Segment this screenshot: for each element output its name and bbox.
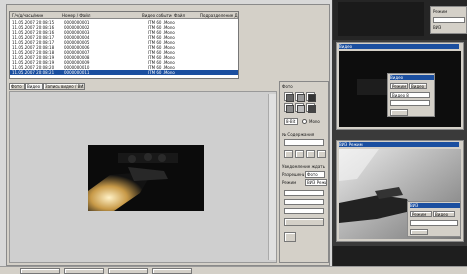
mono-radio-label: Mono bbox=[309, 119, 320, 124]
tool-button-3[interactable] bbox=[306, 92, 316, 102]
event-list[interactable]: Г/ч/д/часы/мин Номер / Файл Видео событи… bbox=[9, 11, 239, 79]
tool-button-4[interactable] bbox=[284, 103, 294, 113]
top-right-panel-label1: Режим bbox=[433, 9, 448, 14]
viz-dialog-field[interactable] bbox=[410, 220, 458, 226]
top-right-dark-area bbox=[338, 2, 424, 36]
video-dialog-field[interactable]: Видео 8 bbox=[390, 92, 430, 98]
mode-field-2[interactable] bbox=[284, 199, 324, 205]
video-dialog-title: Видео bbox=[390, 75, 434, 80]
taskbar-item-4[interactable] bbox=[152, 268, 192, 274]
viz-dialog-tab2[interactable]: Видео bbox=[433, 211, 455, 217]
bit-depth-dropdown[interactable]: 8-Bit bbox=[284, 118, 298, 125]
row-file bbox=[100, 70, 144, 75]
list-rows: 11.05.2007 20:08:15 0000000001 ITM 60 .Mon… bbox=[10, 20, 238, 78]
mode-field-3[interactable] bbox=[284, 208, 324, 214]
mono-radio[interactable] bbox=[302, 119, 307, 124]
tool-button-2[interactable] bbox=[295, 92, 305, 102]
row-time: 11.05.2007 20:08:21 bbox=[12, 70, 55, 75]
taskbar bbox=[0, 266, 467, 274]
tab-record[interactable]: Запись видео / ВИЗ bbox=[43, 83, 85, 90]
taskbar-item-3[interactable] bbox=[108, 268, 148, 274]
action-button-2[interactable] bbox=[295, 150, 304, 158]
resolution-value[interactable]: Фото bbox=[305, 171, 325, 178]
video-area bbox=[9, 91, 277, 263]
top-right-field[interactable] bbox=[433, 17, 465, 23]
tool-button-1[interactable] bbox=[284, 92, 294, 102]
content-field[interactable] bbox=[284, 139, 324, 146]
row-id: 0000000011 bbox=[64, 70, 90, 75]
list-header: Г/ч/д/часы/мин Номер / Файл Видео событи… bbox=[10, 12, 238, 19]
header-time[interactable]: Г/ч/д/часы/мин bbox=[12, 13, 56, 18]
section-content-label: № Содержания bbox=[282, 132, 315, 137]
video-dialog-field2[interactable] bbox=[390, 100, 430, 106]
taskbar-item-1[interactable] bbox=[20, 268, 60, 274]
header-id[interactable]: Номер / Файл bbox=[62, 13, 102, 18]
viz-window: ВИЗ Режим ВИЗ Режим Видео bbox=[336, 140, 464, 242]
tab-video[interactable]: Видео bbox=[25, 83, 43, 90]
header-event[interactable]: Видео событие bbox=[142, 13, 172, 18]
header-file[interactable]: Файл bbox=[174, 13, 186, 18]
video-window-light bbox=[357, 79, 391, 95]
table-row[interactable]: 11.05.2007 20:08:21 0000000011 ITM 60 .Mon… bbox=[10, 70, 238, 75]
viz-dialog-ok[interactable] bbox=[410, 229, 428, 235]
apply-button[interactable] bbox=[284, 218, 324, 226]
action-button-4[interactable] bbox=[317, 150, 326, 158]
viz-dialog: ВИЗ Режим Видео bbox=[407, 201, 461, 237]
video-dialog-tab1[interactable]: Режим bbox=[390, 83, 408, 89]
mode-value[interactable]: ВИЗ Режим bbox=[305, 179, 327, 186]
top-right-panel-label2: ВИЗ bbox=[433, 25, 442, 30]
action-button-3[interactable] bbox=[306, 150, 315, 158]
tool-button-6[interactable] bbox=[306, 103, 316, 113]
panel-title: Фото bbox=[282, 84, 293, 89]
taskbar-item-2[interactable] bbox=[64, 268, 104, 274]
section-resolution-label: Разрешение bbox=[282, 172, 304, 177]
header-division[interactable]: Подразделение ДКУ bbox=[200, 13, 238, 18]
top-right-panel: Режим ВИЗ bbox=[430, 6, 467, 34]
tab-photo[interactable]: Фото bbox=[9, 83, 25, 90]
viz-dialog-title: ВИЗ bbox=[410, 203, 460, 208]
video-window: Видео Видео Режим Видео Видео 8 bbox=[336, 42, 464, 130]
video-dialog-tab2[interactable]: Видео bbox=[409, 83, 427, 89]
desktop: { "main": { "list": { "headers": ["Г/ч/д… bbox=[0, 0, 467, 274]
viz-window-title: ВИЗ Режим bbox=[339, 142, 459, 147]
extra-button[interactable] bbox=[284, 232, 296, 242]
action-button-1[interactable] bbox=[284, 150, 293, 158]
row-event: ITM 60 .Mono bbox=[148, 70, 175, 75]
video-dialog-ok[interactable] bbox=[390, 109, 408, 116]
main-window: Г/ч/д/часы/мин Номер / Файл Видео событи… bbox=[6, 4, 330, 266]
section-notify-label: Уведомление ждать bbox=[282, 164, 325, 169]
viz-dialog-tab1[interactable]: Режим bbox=[410, 211, 432, 217]
video-image bbox=[88, 145, 204, 211]
video-window-title: Видео bbox=[339, 44, 459, 49]
control-panel: Фото 8-Bit Mono № Содержания Уведомление… bbox=[279, 81, 329, 263]
video-frame[interactable] bbox=[88, 145, 204, 211]
video-scroll-v[interactable] bbox=[268, 94, 276, 260]
section-mode-label: Режим bbox=[282, 180, 297, 185]
video-dialog: Видео Режим Видео Видео 8 bbox=[387, 73, 435, 117]
mode-field-1[interactable] bbox=[284, 190, 324, 196]
tool-button-5[interactable] bbox=[295, 103, 305, 113]
tab-strip: Фото Видео Запись видео / ВИЗ bbox=[9, 83, 239, 90]
